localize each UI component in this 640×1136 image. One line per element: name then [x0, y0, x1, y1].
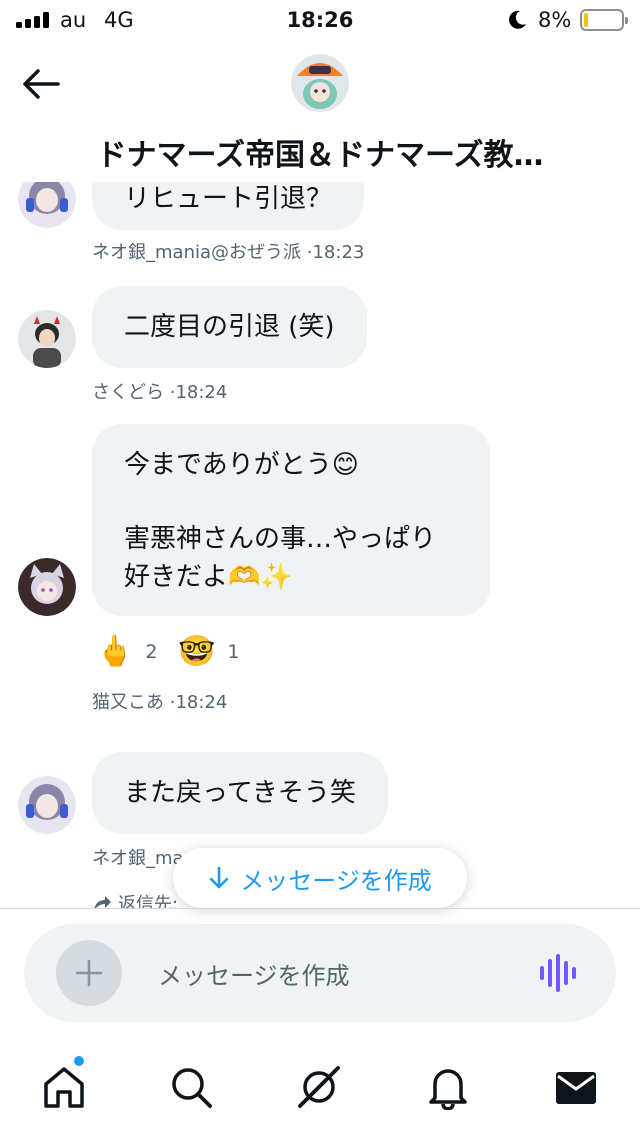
- message-bubble[interactable]: リヒュート引退？: [92, 182, 365, 230]
- plus-icon: [75, 959, 103, 987]
- battery-icon: [580, 9, 628, 31]
- new-post-indicator: [74, 1056, 84, 1066]
- message-time: ·18:24: [169, 692, 228, 713]
- reaction-nerd-face[interactable]: 🤓 1: [178, 634, 239, 669]
- avatar[interactable]: [18, 182, 76, 228]
- divider: [0, 908, 640, 909]
- sender-name: ネオ銀_mania@おぜう派: [92, 242, 302, 263]
- arrow-down-icon: [209, 866, 229, 889]
- message-meta: ネオ銀_mania@おぜう派 ·18:23: [92, 238, 364, 264]
- message-meta: ネオ銀_ma: [92, 844, 184, 870]
- message-time: ·18:23: [306, 242, 365, 263]
- sender-name: ネオ銀_ma: [92, 848, 184, 869]
- reaction-count: 1: [227, 640, 240, 663]
- sender-name: 猫又こあ: [92, 692, 164, 713]
- message-meta: 猫又こあ ·18:24: [92, 688, 227, 714]
- message-bubble[interactable]: また戻ってきそう笑: [92, 752, 388, 834]
- reaction-emoji: 🖕: [96, 634, 134, 669]
- message-text-line: 好きだよ🫶✨: [124, 562, 293, 592]
- reply-arrow-icon: [94, 896, 111, 908]
- battery-percent: 8%: [538, 8, 572, 32]
- group-avatar[interactable]: [291, 54, 349, 112]
- jump-button-label: メッセージを作成: [240, 866, 432, 895]
- sender-name: さくどら: [92, 382, 164, 403]
- arrow-left-icon[interactable]: [20, 66, 60, 102]
- avatar[interactable]: [18, 776, 76, 834]
- notifications-icon[interactable]: [425, 1064, 471, 1110]
- message-time: ·18:24: [169, 382, 228, 403]
- message-text-line: 今までありがとう😊: [124, 450, 359, 480]
- page-title: ドナマーズ帝国＆ドナマーズ教…: [96, 138, 544, 173]
- status-bar: au 4G 18:26 8%: [0, 0, 640, 40]
- search-icon[interactable]: [168, 1064, 214, 1110]
- message-input[interactable]: メッセージを作成: [158, 956, 350, 991]
- avatar[interactable]: [18, 558, 76, 616]
- message-text-line: 害悪神さんの事…やっぱり: [124, 524, 437, 554]
- avatar[interactable]: [18, 310, 76, 368]
- message-bubble[interactable]: 今までありがとう😊 害悪神さんの事…やっぱり 好きだよ🫶✨: [92, 424, 490, 616]
- reaction-middle-finger[interactable]: 🖕 2: [96, 634, 157, 669]
- tab-bar: [0, 1040, 640, 1136]
- moon-icon: [509, 10, 526, 29]
- reaction-count: 2: [145, 640, 158, 663]
- message-list[interactable]: リヒュート引退？ ネオ銀_mania@おぜう派 ·18:23 二度目の引退 (笑…: [0, 182, 640, 908]
- message-text: 二度目の引退 (笑): [124, 312, 335, 342]
- message-text: リヒュート引退？: [124, 184, 333, 214]
- home-icon[interactable]: [41, 1064, 87, 1110]
- reply-label: 返信先:: [118, 894, 179, 908]
- voice-message-icon[interactable]: [538, 954, 578, 992]
- new-message-jump-button[interactable]: メッセージを作成: [173, 848, 467, 908]
- messages-icon[interactable]: [553, 1064, 599, 1110]
- message-bubble[interactable]: 二度目の引退 (笑): [92, 286, 367, 368]
- reply-indicator: 返信先:: [92, 890, 178, 908]
- message-composer[interactable]: メッセージを作成: [24, 924, 616, 1022]
- message-meta: さくどら ·18:24: [92, 378, 227, 404]
- message-text: また戻ってきそう笑: [124, 778, 356, 808]
- add-media-button[interactable]: [56, 940, 122, 1006]
- grok-icon[interactable]: [296, 1064, 342, 1110]
- reaction-emoji: 🤓: [178, 634, 216, 669]
